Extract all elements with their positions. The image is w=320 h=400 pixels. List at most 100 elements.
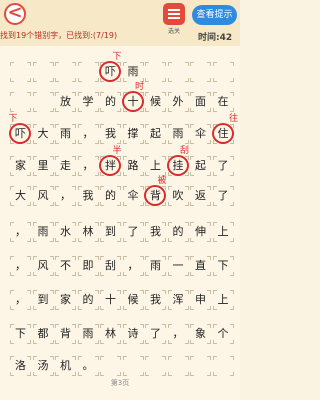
char-cell[interactable]: 雨 xyxy=(32,222,54,242)
char-cell[interactable] xyxy=(212,62,234,82)
char-cell[interactable]: 的 xyxy=(100,186,121,206)
char-cell[interactable] xyxy=(167,356,189,376)
char-cell[interactable]: 下 xyxy=(10,324,31,344)
char-cell[interactable]: ， xyxy=(77,124,99,144)
char-cell[interactable]: 我 xyxy=(145,290,166,310)
char-cell[interactable]: 撑 xyxy=(122,124,144,144)
char-cell[interactable]: 雨 xyxy=(55,124,76,144)
char-cell[interactable] xyxy=(10,92,31,112)
char-cell[interactable]: 在 xyxy=(212,92,234,112)
char-cell[interactable]: 的 xyxy=(77,290,99,310)
char-cell[interactable]: 刮 xyxy=(100,256,121,276)
back-button[interactable]: < xyxy=(4,3,26,25)
char-cell[interactable]: 起 xyxy=(145,124,166,144)
char-cell[interactable]: 象 xyxy=(190,324,211,344)
char-cell[interactable] xyxy=(145,62,166,82)
char-cell[interactable]: 候 xyxy=(145,92,166,112)
char-cell[interactable]: ， xyxy=(77,156,99,176)
char-cell[interactable]: 汤 xyxy=(32,356,54,376)
char-cell[interactable]: 背 xyxy=(55,324,76,344)
char-cell[interactable]: 的 xyxy=(100,92,121,112)
char-cell-found[interactable]: 吓 xyxy=(99,61,121,82)
char-cell[interactable]: 下 xyxy=(212,256,234,276)
char-cell[interactable]: 雨 xyxy=(167,124,189,144)
char-cell[interactable]: 返 xyxy=(190,186,211,206)
char-cell-found[interactable]: 吓 xyxy=(9,123,31,144)
char-cell[interactable]: 放 xyxy=(55,92,76,112)
char-cell-found[interactable]: 住 xyxy=(211,123,234,144)
char-cell[interactable]: 个 xyxy=(212,324,234,344)
char-cell[interactable] xyxy=(77,62,99,82)
char-cell[interactable]: 大 xyxy=(32,124,54,144)
char-cell[interactable] xyxy=(122,356,144,376)
char-cell[interactable]: 里 xyxy=(32,156,54,176)
char-cell[interactable] xyxy=(10,62,31,82)
char-cell[interactable]: ， xyxy=(10,256,31,276)
char-cell[interactable]: 即 xyxy=(77,256,99,276)
char-cell[interactable]: 都 xyxy=(32,324,54,344)
char-cell[interactable]: 到 xyxy=(32,290,54,310)
char-cell[interactable]: 了 xyxy=(145,324,166,344)
char-cell[interactable]: ， xyxy=(10,222,31,242)
char-cell[interactable]: 走 xyxy=(55,156,76,176)
char-cell[interactable]: 伞 xyxy=(122,186,144,206)
char-cell[interactable]: ， xyxy=(122,256,144,276)
char-cell[interactable]: ， xyxy=(10,290,31,310)
char-cell[interactable]: 林 xyxy=(100,324,121,344)
char-cell[interactable] xyxy=(190,62,211,82)
char-cell[interactable]: 诗 xyxy=(122,324,144,344)
char-cell[interactable]: 我 xyxy=(100,124,121,144)
char-cell[interactable]: 候 xyxy=(122,290,144,310)
char-cell[interactable]: 上 xyxy=(212,290,234,310)
char-cell[interactable]: 路 xyxy=(122,156,144,176)
char-cell[interactable]: 十 xyxy=(100,290,121,310)
char-cell[interactable] xyxy=(100,356,121,376)
char-cell[interactable]: 申 xyxy=(190,290,211,310)
char-cell[interactable]: 外 xyxy=(167,92,189,112)
level-select-button[interactable] xyxy=(163,3,185,25)
char-cell[interactable]: 直 xyxy=(190,256,211,276)
char-cell[interactable] xyxy=(167,62,189,82)
char-cell[interactable]: 上 xyxy=(145,156,166,176)
char-cell[interactable] xyxy=(190,356,211,376)
char-cell[interactable]: 学 xyxy=(77,92,99,112)
char-cell[interactable]: 了 xyxy=(122,222,144,242)
char-cell[interactable]: 吹 xyxy=(167,186,189,206)
char-cell[interactable]: 了 xyxy=(212,186,234,206)
char-cell[interactable]: 伞 xyxy=(190,124,211,144)
char-cell[interactable]: 大 xyxy=(10,186,31,206)
char-cell[interactable]: 家 xyxy=(55,290,76,310)
char-cell[interactable]: 不 xyxy=(55,256,76,276)
view-hint-button[interactable]: 查看提示 xyxy=(192,5,237,25)
char-cell[interactable]: 水 xyxy=(55,222,76,242)
char-cell[interactable]: 风 xyxy=(32,186,54,206)
char-cell[interactable]: 起 xyxy=(190,156,211,176)
char-cell[interactable]: ， xyxy=(55,186,76,206)
char-cell[interactable]: 家 xyxy=(10,156,31,176)
char-cell[interactable]: 雨 xyxy=(77,324,99,344)
char-cell[interactable]: 我 xyxy=(77,186,99,206)
char-cell[interactable]: 雨 xyxy=(145,256,166,276)
char-cell[interactable]: 伸 xyxy=(190,222,211,242)
char-cell[interactable]: 。 xyxy=(77,356,99,376)
char-cell-found[interactable]: 十 xyxy=(121,91,144,112)
char-cell[interactable]: 一 xyxy=(167,256,189,276)
char-cell[interactable]: 到 xyxy=(100,222,121,242)
char-cell[interactable]: 林 xyxy=(77,222,99,242)
char-cell[interactable]: 我 xyxy=(145,222,166,242)
char-cell[interactable]: 洛 xyxy=(10,356,31,376)
char-cell[interactable] xyxy=(32,62,54,82)
char-cell[interactable]: 风 xyxy=(32,256,54,276)
char-cell-found[interactable]: 挂 xyxy=(166,155,189,176)
char-cell[interactable] xyxy=(145,356,166,376)
char-cell-found[interactable]: 背 xyxy=(144,185,166,206)
char-cell[interactable]: 上 xyxy=(212,222,234,242)
char-cell[interactable] xyxy=(55,62,76,82)
char-cell[interactable]: 浑 xyxy=(167,290,189,310)
char-cell[interactable]: ， xyxy=(167,324,189,344)
char-cell[interactable] xyxy=(212,356,234,376)
char-cell-found[interactable]: 拌 xyxy=(99,155,121,176)
char-cell[interactable]: 面 xyxy=(190,92,211,112)
char-cell[interactable]: 了 xyxy=(212,156,234,176)
char-cell[interactable]: 雨 xyxy=(122,62,144,82)
